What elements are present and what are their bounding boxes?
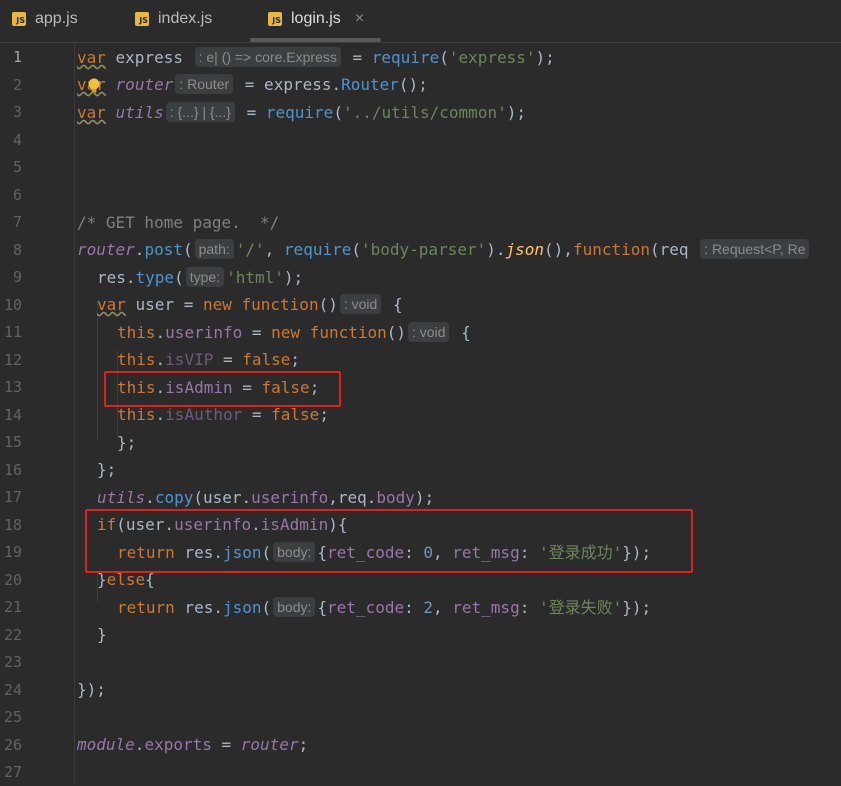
tab-label: login.js <box>291 10 341 27</box>
inlay-hint: : {...} | {...} <box>165 102 235 122</box>
highlight-box-if-block <box>85 509 693 573</box>
close-icon[interactable]: × <box>355 10 364 28</box>
line-number: 13 <box>3 378 22 396</box>
line-number: 18 <box>3 515 22 534</box>
lightbulb-icon[interactable] <box>87 76 100 94</box>
code-line-15: }; <box>117 433 137 452</box>
line-number: 8 <box>12 240 22 259</box>
tab-label: index.js <box>158 10 213 27</box>
line-number: 2 <box>12 75 22 94</box>
inlay-hint: type: <box>185 267 225 287</box>
line-number: 19 <box>3 543 22 561</box>
line-number: 27 <box>3 763 22 781</box>
active-tab-indicator <box>250 38 381 42</box>
line-number: 15 <box>3 433 22 451</box>
gutter-separator <box>74 43 75 784</box>
code-line-7: /* GET home page. */ <box>77 213 280 232</box>
line-number: 21 <box>3 598 22 616</box>
code-line-3: var utils: {...} | {...} = require('../u… <box>77 102 526 122</box>
inlay-hint: : Router <box>175 74 234 94</box>
code-line-21: return res.json(body: {ret_code: 2, ret_m… <box>117 597 652 617</box>
js-file-icon: JS <box>135 12 149 26</box>
line-number: 3 <box>12 103 22 121</box>
line-number: 20 <box>3 570 22 589</box>
inlay-hint: : void <box>339 294 382 314</box>
code-line-22: } <box>97 625 107 644</box>
line-number: 6 <box>12 185 22 204</box>
code-line-17: utils.copy(user.userinfo,req.body); <box>97 488 435 507</box>
code-line-26: module.exports = router; <box>77 735 309 754</box>
line-number: 24 <box>3 680 22 699</box>
inlay-hint: : Request<P, Re <box>700 239 810 259</box>
inlay-hint: body: <box>273 597 316 617</box>
line-number: 11 <box>3 323 22 341</box>
inlay-hint: path: <box>194 239 234 259</box>
code-line-16: }; <box>97 460 117 479</box>
line-number: 7 <box>12 213 22 231</box>
code-line-10: var user = new function(): void { <box>97 294 403 314</box>
line-number: 5 <box>12 158 22 176</box>
js-file-icon: JS <box>268 12 282 26</box>
line-number: 4 <box>12 130 22 149</box>
code-line-12: this.isVIP = false; <box>117 350 301 369</box>
tab-index-js[interactable]: JS index.js <box>135 0 212 38</box>
inlay-hint: : void <box>408 322 450 342</box>
line-number: 23 <box>3 653 22 671</box>
line-number: 9 <box>12 268 22 286</box>
code-line-11: this.userinfo = new function(): void { <box>117 322 471 342</box>
code-line-9: res.type(type:'html'); <box>97 267 304 287</box>
indent-guide <box>97 300 98 440</box>
js-file-icon: JS <box>12 12 26 26</box>
line-number: 17 <box>3 488 22 506</box>
code-line-2: var router: Router = express.Router(); <box>77 71 428 98</box>
line-number: 14 <box>3 405 22 424</box>
line-number: 25 <box>3 708 22 726</box>
line-number: 10 <box>3 295 22 314</box>
editor-tab-bar: JS app.js JS index.js JS login.js × <box>0 0 841 43</box>
code-line-1: var express : e| () => core.Express = re… <box>77 47 555 67</box>
line-number: 22 <box>3 625 22 644</box>
highlight-box-isadmin <box>104 371 341 407</box>
line-number: 12 <box>3 350 22 369</box>
line-number: 1 <box>12 48 22 66</box>
code-line-8: router.post(path: '/', require('body-pars… <box>77 236 811 263</box>
code-line-24: }); <box>77 680 106 699</box>
tab-login-js[interactable]: JS login.js × <box>268 0 364 38</box>
line-number: 16 <box>3 460 22 479</box>
line-number: 26 <box>3 735 22 754</box>
inlay-hint: : e| () => core.Express <box>194 47 341 67</box>
tab-label: app.js <box>35 10 78 27</box>
tab-app-js[interactable]: JS app.js <box>12 0 78 38</box>
